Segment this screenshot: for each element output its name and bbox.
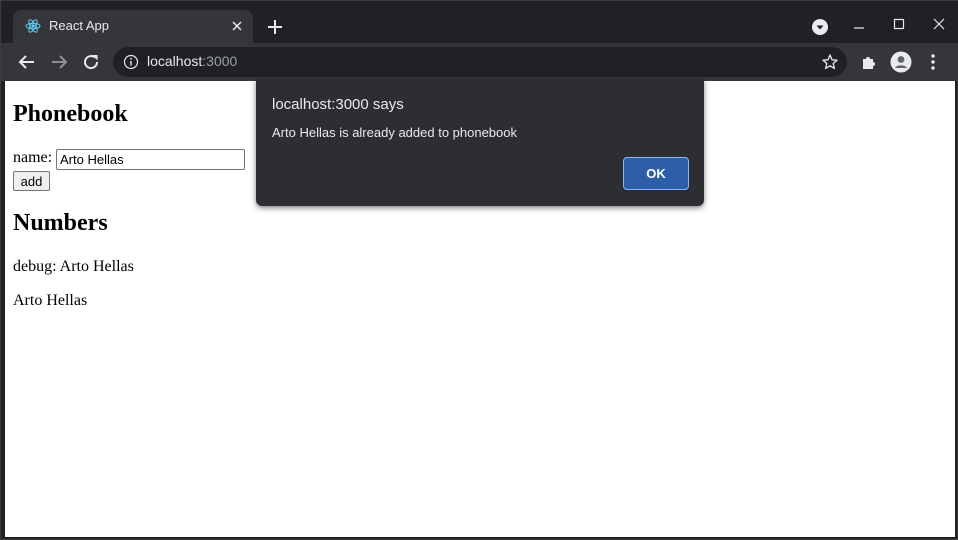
tab-react-app[interactable]: React App: [13, 10, 253, 44]
profile-icon[interactable]: [890, 51, 912, 73]
star-icon[interactable]: [821, 53, 839, 71]
heading-numbers: Numbers: [13, 210, 108, 236]
forward-arrow-icon[interactable]: [49, 52, 69, 72]
maximize-icon[interactable]: [889, 15, 909, 35]
dialog-message: Arto Hellas is already added to phoneboo…: [272, 125, 517, 140]
add-button[interactable]: add: [13, 171, 50, 191]
tab-search-icon[interactable]: [811, 18, 829, 36]
browser-toolbar: localhost:3000: [1, 43, 958, 81]
minimize-icon[interactable]: [849, 15, 869, 35]
debug-text: debug: Arto Hellas: [13, 258, 134, 275]
browser-window: React App localhost:3000 Phonebook name:…: [0, 0, 958, 540]
close-icon[interactable]: [229, 18, 245, 34]
window-close-icon[interactable]: [929, 15, 949, 35]
info-icon[interactable]: [123, 54, 139, 70]
dialog-title: localhost:3000 says: [272, 96, 404, 113]
reload-icon[interactable]: [81, 52, 101, 72]
more-menu-icon[interactable]: [923, 52, 943, 72]
plus-icon[interactable]: [265, 17, 285, 37]
name-input[interactable]: [56, 149, 245, 170]
back-arrow-icon[interactable]: [17, 52, 37, 72]
heading-phonebook: Phonebook: [13, 101, 128, 127]
extensions-puzzle-icon[interactable]: [859, 52, 879, 72]
name-label: name:: [13, 149, 53, 166]
person-entry: Arto Hellas: [13, 292, 88, 309]
ok-button[interactable]: OK: [623, 157, 689, 190]
tab-title: React App: [49, 18, 109, 33]
tab-strip: React App: [1, 1, 958, 44]
alert-dialog: localhost:3000 says Arto Hellas is alrea…: [256, 79, 704, 206]
url-port: :3000: [202, 53, 238, 69]
url-host: localhost: [147, 53, 203, 69]
name-form-row: name:: [13, 149, 245, 170]
url-text[interactable]: localhost:3000: [147, 53, 237, 69]
react-favicon-icon: [25, 19, 41, 33]
address-bar[interactable]: localhost:3000: [113, 47, 847, 77]
